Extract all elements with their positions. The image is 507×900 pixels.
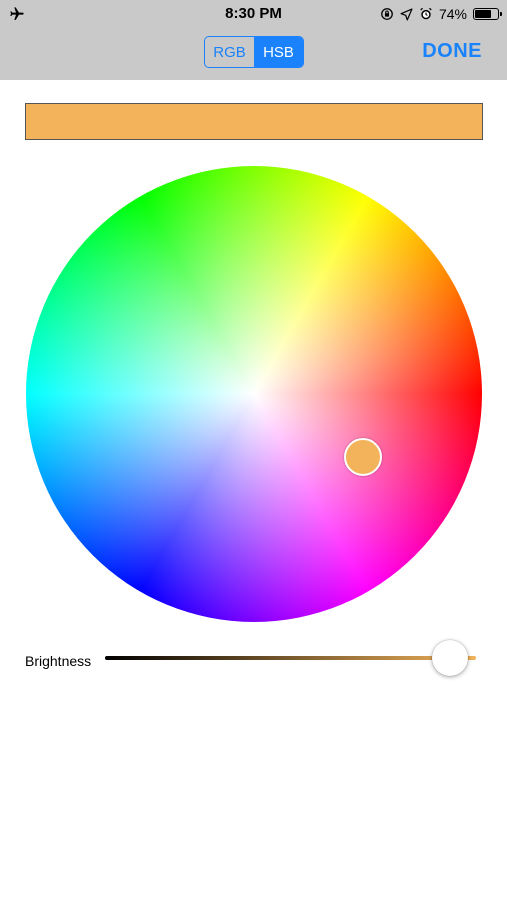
rgb-segment[interactable]: RGB (205, 37, 254, 67)
selected-color-preview (25, 103, 483, 140)
brightness-slider-track[interactable] (105, 656, 476, 660)
location-icon (400, 7, 413, 21)
hsb-segment[interactable]: HSB (254, 37, 303, 67)
color-mode-segmented-control[interactable]: RGB HSB (204, 36, 304, 68)
hue-saturation-wheel[interactable] (26, 166, 482, 622)
battery-percent: 74% (438, 6, 467, 22)
brightness-label: Brightness (25, 653, 92, 669)
top-bar: 8:30 PM 74% RGB HSB DONE (0, 0, 507, 80)
battery-icon (473, 8, 502, 20)
status-right-group: 74% (380, 5, 502, 23)
color-picker-screen: 8:30 PM 74% RGB HSB DONE Brightness (0, 0, 507, 900)
alarm-icon (420, 7, 432, 20)
battery-fill (475, 10, 491, 18)
brightness-slider-thumb[interactable] (432, 640, 469, 676)
done-button[interactable]: DONE (422, 40, 482, 63)
status-bar: 8:30 PM 74% (0, 0, 507, 28)
orientation-lock-icon (381, 8, 393, 20)
color-wheel-knob[interactable] (343, 437, 382, 476)
